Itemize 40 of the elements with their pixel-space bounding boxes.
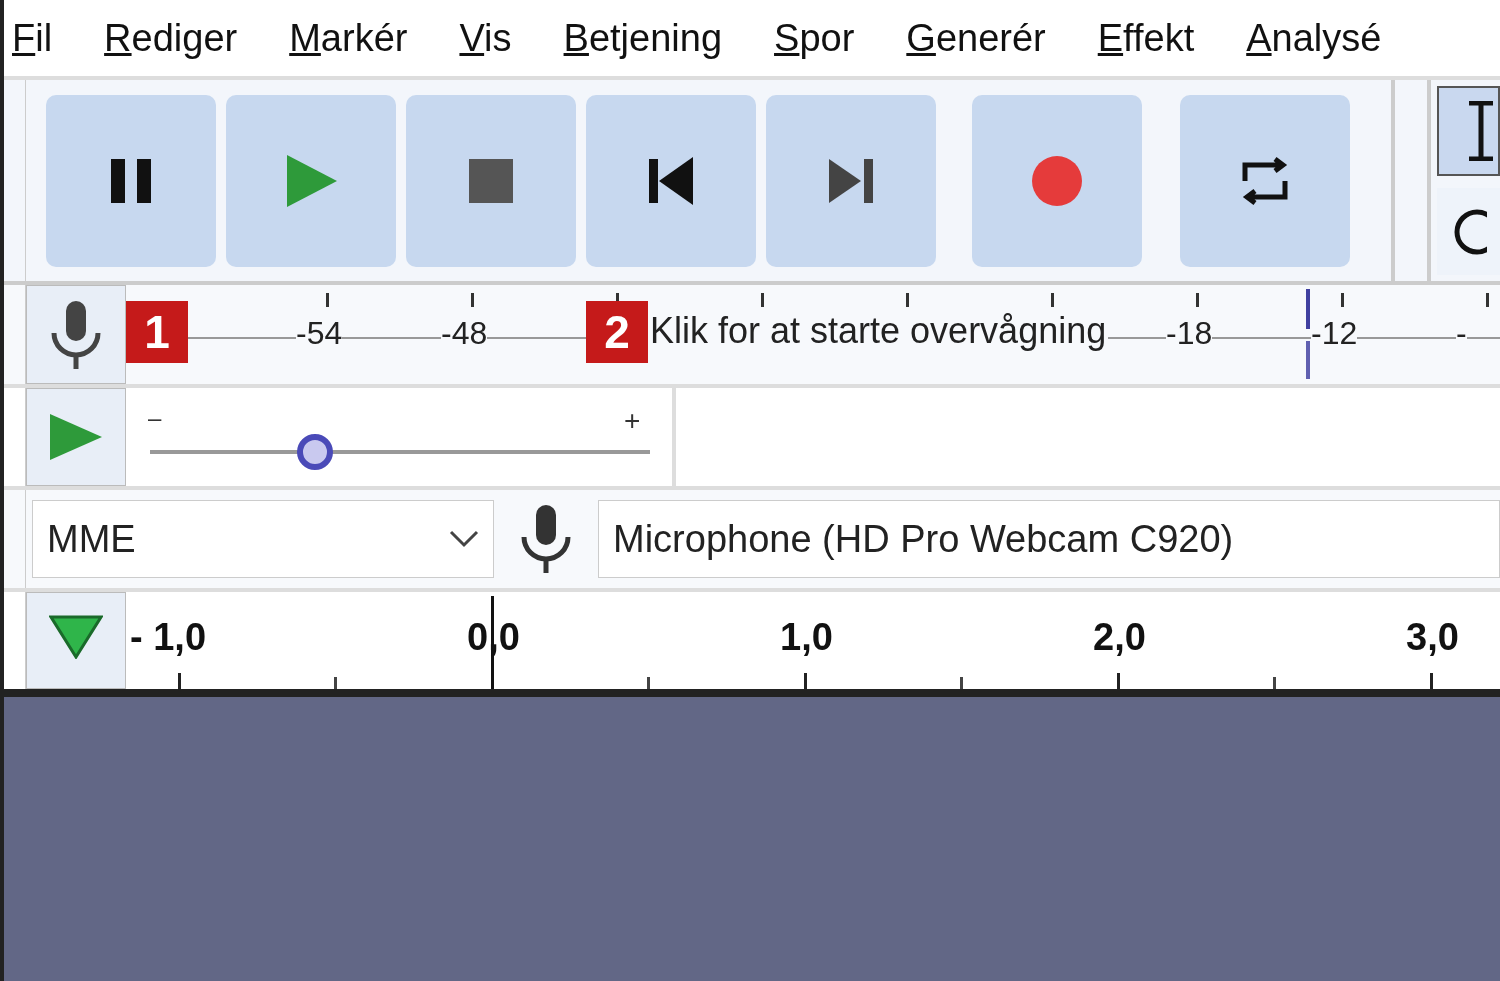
- timeline-label: 3,0: [1406, 618, 1459, 656]
- microphone-icon: [520, 503, 572, 575]
- menu-item[interactable]: Markér: [289, 9, 408, 67]
- speed-slider[interactable]: [150, 434, 650, 470]
- number-badge: 1: [126, 301, 188, 363]
- timeline-options-button[interactable]: [26, 592, 126, 689]
- triangle-down-icon: [49, 615, 103, 659]
- record-button[interactable]: [972, 94, 1142, 267]
- input-device-dropdown[interactable]: Microphone (HD Pro Webcam C920): [598, 500, 1500, 578]
- record-meter-button[interactable]: [26, 285, 126, 384]
- envelope-tool-button[interactable]: [1437, 188, 1500, 275]
- plus-label: +: [624, 404, 641, 438]
- menu-item[interactable]: Analysé: [1246, 9, 1382, 67]
- menu-item[interactable]: Betjening: [563, 9, 723, 67]
- play-icon: [48, 412, 104, 462]
- loop-button[interactable]: [1180, 94, 1350, 267]
- chevron-down-icon: [449, 530, 479, 548]
- monitoring-hint[interactable]: Klik for at starte overvågning: [648, 313, 1109, 349]
- slider-thumb[interactable]: [297, 434, 333, 470]
- timeline-label: 2,0: [1093, 618, 1146, 656]
- timeline-label: - 1,0: [130, 618, 207, 656]
- menu-item[interactable]: Vis: [459, 9, 512, 67]
- menu-item[interactable]: Rediger: [104, 9, 238, 67]
- peak-marker-icon: [1306, 289, 1312, 379]
- host-dropdown[interactable]: MME: [32, 500, 494, 578]
- menu-item[interactable]: Spor: [774, 9, 855, 67]
- select-tool-button[interactable]: [1437, 86, 1500, 176]
- timeline-label: 1,0: [780, 618, 833, 656]
- number-badge: 2: [586, 301, 648, 363]
- stop-button[interactable]: [406, 94, 576, 267]
- menu-item[interactable]: Generér: [906, 9, 1046, 67]
- minus-label: –: [148, 403, 162, 433]
- menu-item[interactable]: Effekt: [1097, 9, 1195, 67]
- pause-button[interactable]: [46, 94, 216, 267]
- skip-to-end-button[interactable]: [766, 94, 936, 267]
- cursor-icon: [1469, 101, 1493, 161]
- menu-item[interactable]: Fil: [12, 9, 53, 67]
- toolbar-grip[interactable]: [1391, 80, 1431, 281]
- skip-to-start-button[interactable]: [586, 94, 756, 267]
- microphone-icon: [50, 298, 102, 371]
